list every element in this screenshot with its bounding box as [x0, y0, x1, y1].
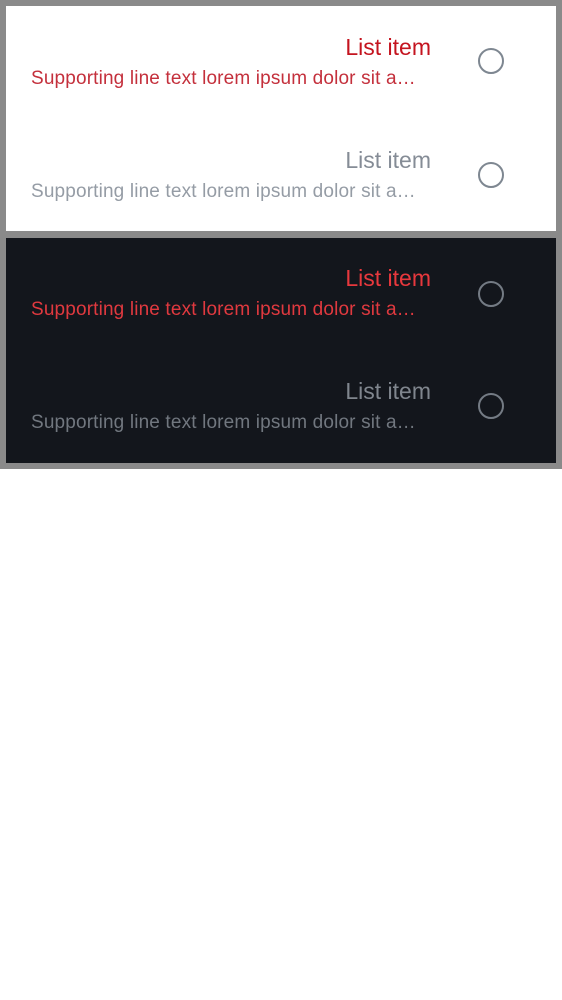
list-item-supporting-text: Supporting line text lorem ipsum dolor s… — [31, 181, 429, 202]
list-item-headline: List item — [345, 378, 431, 404]
list-item: List item Supporting line text lorem ips… — [6, 119, 556, 231]
radio-unchecked-icon — [478, 162, 504, 188]
list-item[interactable]: List item Supporting line text lorem ips… — [6, 238, 556, 350]
list-item[interactable]: List item Supporting line text lorem ips… — [6, 6, 556, 118]
preview-frame: List item Supporting line text lorem ips… — [0, 0, 562, 469]
radio-unchecked-icon[interactable] — [478, 281, 504, 307]
list-item-headline: List item — [345, 34, 431, 60]
radio-unchecked-icon — [478, 393, 504, 419]
light-theme-list: List item Supporting line text lorem ips… — [6, 6, 556, 231]
list-item: List item Supporting line text lorem ips… — [6, 351, 556, 463]
list-item-headline: List item — [345, 265, 431, 291]
dark-theme-list: List item Supporting line text lorem ips… — [6, 238, 556, 463]
list-item-supporting-text: Supporting line text lorem ipsum dolor s… — [31, 412, 429, 433]
list-item-supporting-text: Supporting line text lorem ipsum dolor s… — [31, 68, 429, 89]
radio-unchecked-icon[interactable] — [478, 48, 504, 74]
list-item-supporting-text: Supporting line text lorem ipsum dolor s… — [31, 299, 429, 320]
list-item-headline: List item — [345, 147, 431, 173]
